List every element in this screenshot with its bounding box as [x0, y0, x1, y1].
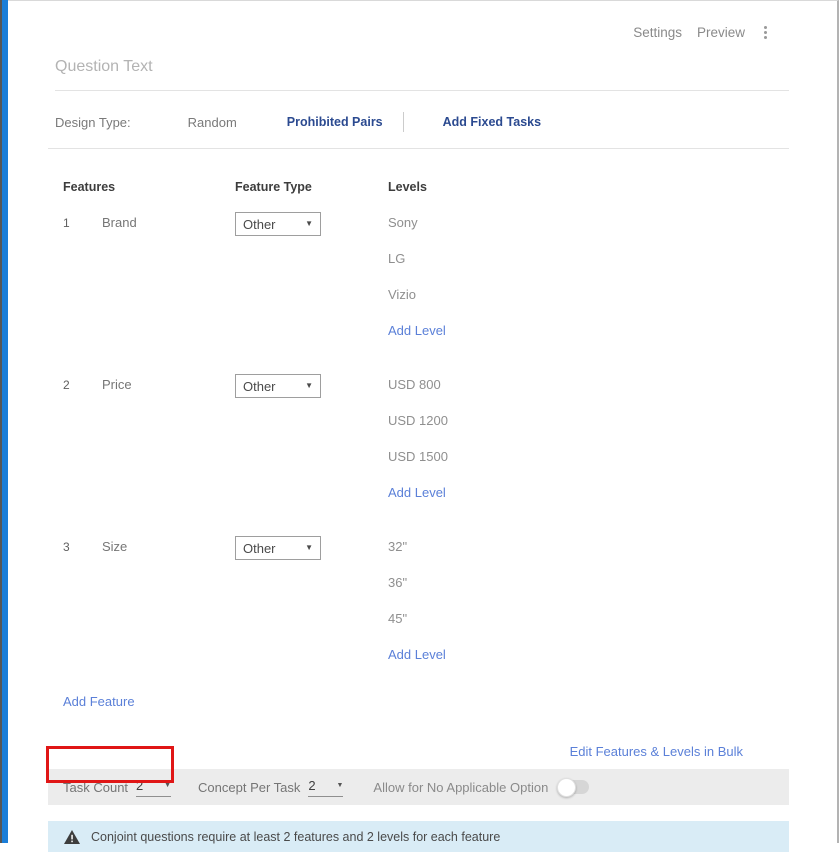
header-actions: Settings Preview — [48, 1, 789, 41]
concept-per-task-value: 2 — [308, 778, 315, 793]
toggle-knob — [557, 778, 576, 797]
concept-per-task-label: Concept Per Task — [198, 780, 300, 795]
chevron-down-icon: ▼ — [164, 782, 171, 789]
task-count-value: 2 — [136, 778, 143, 793]
prohibited-pairs-link[interactable]: Prohibited Pairs — [287, 115, 383, 129]
task-count-select[interactable]: 2 ▼ — [136, 778, 171, 797]
chevron-down-icon: ▼ — [305, 544, 313, 552]
level-value[interactable]: USD 1200 — [388, 410, 789, 446]
edit-features-levels-bulk-link[interactable]: Edit Features & Levels in Bulk — [570, 744, 743, 759]
add-fixed-tasks-link[interactable]: Add Fixed Tasks — [443, 115, 541, 129]
add-feature-link[interactable]: Add Feature — [63, 694, 789, 710]
design-type-value[interactable]: Random — [188, 115, 237, 130]
feature-index: 2 — [63, 374, 102, 518]
feature-row: 2 Price Other ▼ USD 800 USD 1200 USD 150… — [63, 374, 789, 518]
bulk-edit-row: Edit Features & Levels in Bulk — [48, 744, 789, 759]
kebab-menu-icon[interactable] — [760, 24, 771, 41]
feature-type-select[interactable]: Other ▼ — [235, 374, 321, 398]
levels-column-header: Levels — [388, 180, 789, 194]
features-table-header: Features Feature Type Levels — [63, 180, 789, 194]
level-value[interactable]: 36" — [388, 572, 789, 608]
preview-button[interactable]: Preview — [697, 25, 745, 40]
question-editor-panel: Settings Preview Question Text Design Ty… — [8, 0, 839, 843]
features-column-header: Features — [63, 180, 235, 194]
level-value[interactable]: Vizio — [388, 284, 789, 320]
settings-button[interactable]: Settings — [633, 25, 682, 40]
feature-index: 1 — [63, 212, 102, 356]
chevron-down-icon: ▼ — [305, 220, 313, 228]
design-type-row: Design Type: Random Prohibited Pairs Add… — [55, 112, 789, 132]
feature-name[interactable]: Price — [102, 374, 235, 518]
feature-row: 3 Size Other ▼ 32" 36" 45" Add Level — [63, 536, 789, 680]
add-level-link[interactable]: Add Level — [388, 644, 789, 680]
feature-row: 1 Brand Other ▼ Sony LG Vizio Add Level — [63, 212, 789, 356]
level-value[interactable]: Sony — [388, 212, 789, 248]
feature-index: 3 — [63, 536, 102, 680]
question-text-input[interactable]: Question Text — [55, 58, 789, 76]
warning-text: Conjoint questions require at least 2 fe… — [91, 830, 500, 844]
level-value[interactable]: 45" — [388, 608, 789, 644]
feature-type-selected-value: Other — [243, 379, 276, 394]
feature-type-column-header: Feature Type — [235, 180, 388, 194]
feature-type-select[interactable]: Other ▼ — [235, 536, 321, 560]
warning-banner: Conjoint questions require at least 2 fe… — [48, 821, 789, 852]
chevron-down-icon: ▼ — [305, 382, 313, 390]
level-value[interactable]: LG — [388, 248, 789, 284]
feature-type-select[interactable]: Other ▼ — [235, 212, 321, 236]
add-level-link[interactable]: Add Level — [388, 320, 789, 356]
feature-name[interactable]: Size — [102, 536, 235, 680]
feature-type-selected-value: Other — [243, 541, 276, 556]
no-applicable-toggle[interactable] — [559, 780, 589, 794]
vertical-divider — [403, 112, 404, 132]
divider — [55, 90, 789, 91]
level-value[interactable]: USD 1500 — [388, 446, 789, 482]
chevron-down-icon: ▼ — [336, 782, 343, 789]
level-value[interactable]: 32" — [388, 536, 789, 572]
divider — [48, 148, 789, 149]
feature-type-selected-value: Other — [243, 217, 276, 232]
concept-per-task-select[interactable]: 2 ▼ — [308, 778, 343, 797]
design-type-label: Design Type: — [55, 115, 131, 130]
task-settings-bar: Task Count 2 ▼ Concept Per Task 2 ▼ Allo… — [48, 769, 789, 805]
warning-triangle-icon — [64, 830, 80, 844]
feature-name[interactable]: Brand — [102, 212, 235, 356]
task-count-label: Task Count — [63, 780, 128, 795]
no-applicable-option-label: Allow for No Applicable Option — [373, 780, 548, 795]
level-value[interactable]: USD 800 — [388, 374, 789, 410]
add-level-link[interactable]: Add Level — [388, 482, 789, 518]
